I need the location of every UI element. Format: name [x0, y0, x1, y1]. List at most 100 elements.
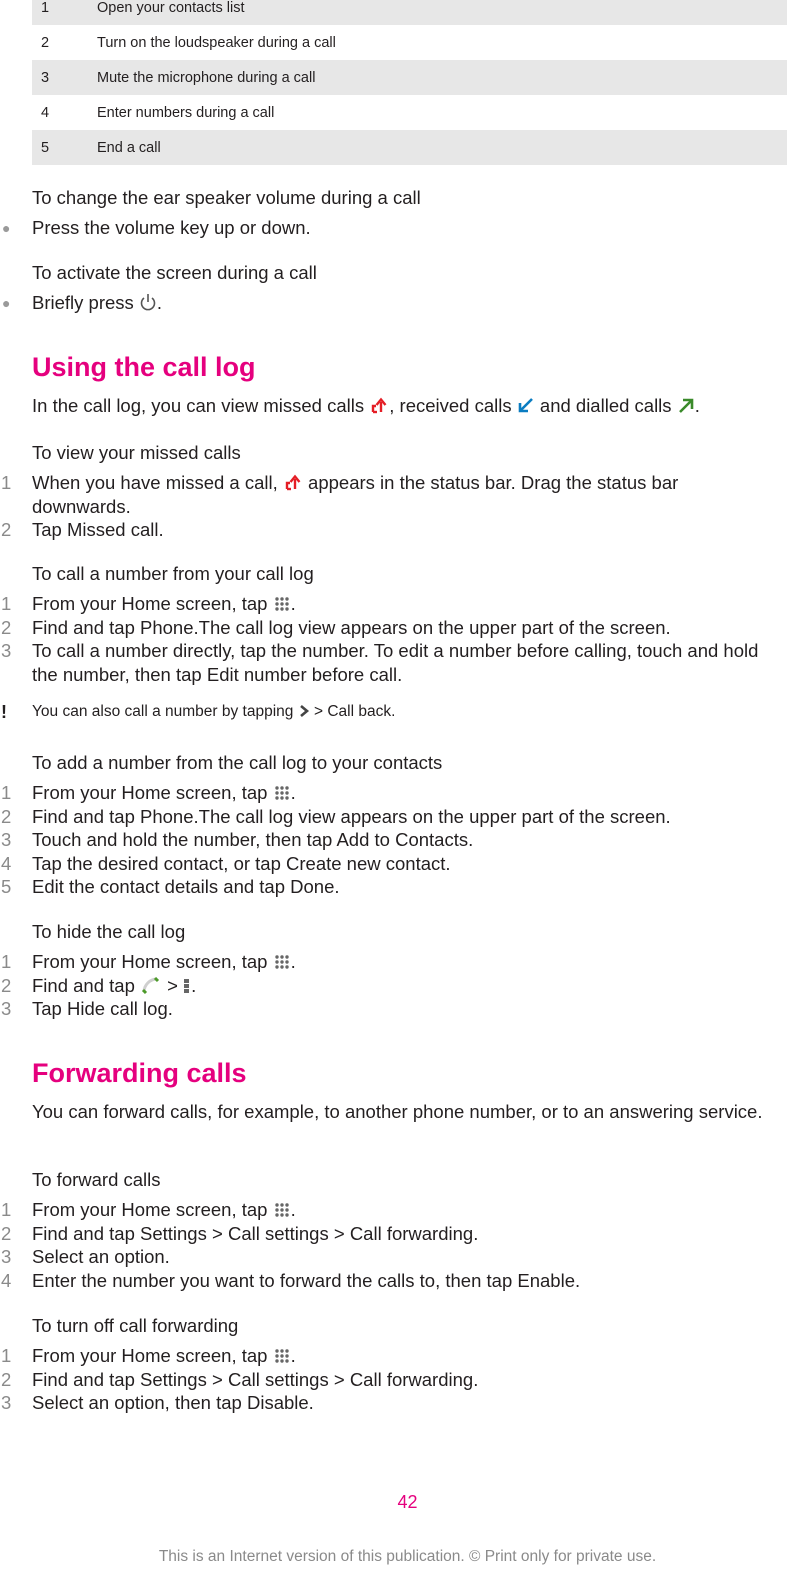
section-title: To activate the screen during a call [32, 262, 317, 283]
note-text: . [391, 703, 396, 720]
step-number: 3 [1, 640, 12, 661]
grid-dot [274, 786, 279, 790]
ui-label-call-back: Call back [327, 703, 392, 720]
grid-dot [279, 960, 284, 964]
step-item: 1 From your Home screen, tap . [0, 950, 787, 974]
step-item: 3 To call a number directly, tap the numb… [0, 639, 787, 686]
step-text: . [334, 876, 340, 897]
step-text: Tap [32, 519, 67, 540]
dialled-call-icon [678, 398, 693, 413]
step-text: Tap the desired contact, or tap [32, 852, 287, 874]
text: and dialled calls [534, 395, 677, 416]
row-text: Enter numbers during a call [97, 104, 275, 121]
page-number: 42 [397, 1492, 418, 1512]
grid-dot [284, 1359, 289, 1363]
step-text: From your Home screen, tap [32, 1199, 273, 1220]
bullet-text: Press the volume key up or down. [32, 217, 311, 238]
grid-dot [284, 960, 289, 964]
section-title: To call a number from your call log [32, 563, 314, 584]
ui-label-hide-call-log: Hide call log [66, 998, 168, 1019]
step-number: 2 [1, 616, 12, 638]
section-title: To hide the call log [32, 921, 186, 942]
apps-grid-icon [274, 1349, 289, 1363]
step-item: 3 Tap Hide call log. [0, 997, 787, 1021]
step-number: 2 [1, 805, 12, 827]
step-text: . [290, 1199, 296, 1220]
call-from-log-section: To call a number from your call log 1 Fro… [0, 562, 787, 724]
step-text: Find and tap [32, 805, 140, 827]
grid-dot [274, 960, 279, 964]
grid-dot [274, 1208, 279, 1212]
ui-label-call-forwarding: Call forwarding [349, 1222, 474, 1244]
ui-label-settings: Settings [140, 1368, 207, 1390]
text: In the call log, you can view missed cal… [32, 395, 370, 416]
step-number: 2 [1, 519, 12, 540]
row-text: Mute the microphone during a call [97, 69, 316, 86]
ear-volume-section: To change the ear speaker volume during … [0, 186, 787, 240]
step-text: .The call log view appears on the upper … [193, 805, 671, 827]
grid-dot [274, 1349, 279, 1353]
text: , received calls [389, 395, 517, 416]
apps-grid-icon [274, 786, 289, 800]
step-text: . [290, 593, 296, 614]
step-item: 2 Find and tap Phone.The call log view ap… [0, 616, 787, 640]
row-text: End a call [97, 139, 161, 156]
grid-dot [284, 1349, 289, 1353]
grid-dot [284, 1354, 289, 1358]
step-number: 2 [1, 1222, 12, 1244]
step-text: Find and tap [32, 1222, 140, 1244]
step-text: Touch and hold the number, then tap [32, 829, 337, 850]
step-number: 3 [1, 998, 12, 1019]
row-number: 1 [41, 0, 50, 16]
row-number: 2 [41, 34, 50, 51]
note: ! You can also call a number by tapping >… [0, 700, 787, 724]
turn-off-forwarding-section: To turn off call forwarding 1 From your H… [0, 1314, 787, 1415]
step-item: 2 Tap Missed call. [0, 518, 787, 542]
section-title: To forward calls [32, 1169, 161, 1190]
step-number: 1 [1, 1199, 12, 1220]
ui-label-edit-number: Edit number before call [206, 663, 398, 685]
step-text: . [290, 951, 296, 972]
bullet-dot: ● [2, 295, 11, 311]
step-number: 5 [1, 876, 12, 897]
bullet-dot: ● [2, 220, 11, 236]
step-item: 2 Find and tap Settings > Call settings >… [0, 1222, 787, 1246]
ui-label-missed-call: Missed call [66, 519, 159, 540]
bullet-item: ● Briefly press . [0, 291, 787, 315]
row-text: Turn on the loudspeaker during a call [97, 34, 336, 51]
step-text: From your Home screen, tap [32, 782, 273, 803]
apps-grid-icon [274, 597, 289, 611]
step-number: 1 [1, 782, 12, 803]
chevron-right-icon [299, 705, 309, 717]
grid-dot [279, 597, 284, 601]
apps-grid-icon [274, 955, 289, 969]
intro-paragraph: You can forward calls, for example, to a… [32, 1101, 763, 1122]
step-text: Find and tap [32, 1368, 140, 1390]
ui-label-phone: Phone [140, 805, 194, 827]
grid-dot [284, 1213, 289, 1217]
grid-dot [279, 1213, 284, 1217]
row-text: Open your contacts list [97, 0, 245, 16]
row-number: 3 [41, 69, 50, 86]
grid-dot [284, 786, 289, 790]
section-heading: Forwarding calls [32, 1058, 247, 1088]
step-number: 3 [1, 1246, 12, 1267]
grid-dot [274, 965, 279, 969]
step-text: . [445, 852, 451, 874]
received-call-icon [518, 398, 533, 413]
ui-label-enable: Enable [517, 1269, 575, 1291]
separator: > [206, 1368, 228, 1390]
ui-label-disable: Disable [246, 1392, 309, 1413]
step-number: 1 [1, 1345, 12, 1366]
bullet-text: Briefly press [32, 292, 139, 313]
footer-notice: This is an Internet version of this publ… [158, 1548, 657, 1565]
grid-dot [279, 791, 284, 795]
table-row: 4 Enter numbers during a call [32, 95, 787, 130]
grid-dot [274, 955, 279, 959]
step-text: . [167, 998, 173, 1019]
separator: > [328, 1222, 350, 1244]
step-text: . [158, 519, 164, 540]
section-title: To change the ear speaker volume during … [32, 187, 421, 208]
grid-dot [284, 597, 289, 601]
step-text: . [397, 663, 403, 685]
